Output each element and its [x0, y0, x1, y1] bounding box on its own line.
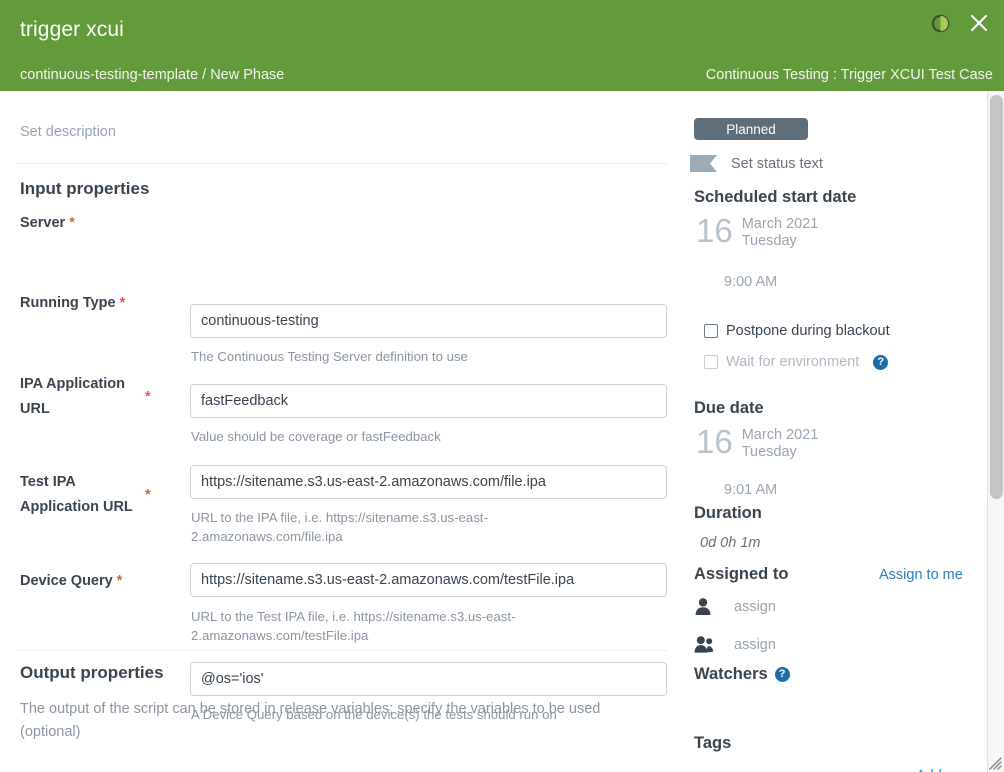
input-properties-heading: Input properties: [20, 179, 150, 198]
scheduled-start-month-weekday: March 2021 Tuesday: [742, 214, 819, 250]
assign-group-row[interactable]: assign: [694, 635, 776, 654]
due-date-heading: Due date: [694, 399, 764, 417]
output-properties-description: The output of the script can be stored i…: [20, 701, 601, 741]
help-icon[interactable]: ?: [873, 354, 889, 370]
field-label-test-ipa-application-url: Test IPA Application URL: [20, 474, 133, 515]
help-text-ipa-application-url: URL to the IPA file, i.e. https://sitena…: [191, 510, 488, 545]
task-sidebar-panel: Planned Set status text Scheduled start …: [686, 91, 988, 772]
postpone-during-blackout-checkbox[interactable]: [704, 324, 718, 338]
scheduled-start-month: March 2021: [741, 216, 819, 232]
duration-value[interactable]: 0d 0h 1m: [700, 535, 760, 551]
set-status-text-row[interactable]: Set status text: [690, 155, 823, 172]
tags-heading: Tags: [694, 734, 732, 752]
add-me-link[interactable]: Add me: [916, 768, 966, 772]
flag-icon: [690, 155, 717, 172]
field-label-device-query: Device Query *: [20, 573, 123, 589]
dialog-body: Set description Input properties Server …: [0, 91, 1004, 772]
required-asterisk: *: [116, 573, 123, 589]
scheduled-start-time[interactable]: 9:00 AM: [724, 274, 777, 290]
field-label-running-type: Running Type *: [20, 295, 126, 311]
scheduled-start-weekday: Tuesday: [741, 233, 797, 250]
circle-split-icon: [931, 14, 950, 33]
assign-user-label: assign: [734, 598, 776, 615]
postpone-during-blackout-label: Postpone during blackout: [726, 323, 890, 339]
help-icon[interactable]: ?: [774, 667, 790, 682]
due-date-month: March 2021: [741, 427, 819, 443]
required-asterisk: *: [119, 295, 126, 311]
help-text-server: The Continuous Testing Server definition…: [191, 349, 468, 364]
vertical-scrollbar[interactable]: [987, 91, 1004, 772]
server-input[interactable]: [190, 304, 667, 338]
header-icon-group: [931, 12, 990, 34]
close-icon[interactable]: [968, 12, 990, 34]
section-divider: [18, 163, 668, 164]
required-asterisk: *: [145, 487, 151, 503]
required-asterisk: *: [145, 389, 151, 405]
section-divider: [18, 650, 668, 651]
wait-for-environment-checkbox: [704, 355, 718, 369]
scheduled-start-day: 16: [696, 212, 733, 249]
output-properties-heading: Output properties: [20, 663, 164, 682]
breadcrumb[interactable]: continuous-testing-template / New Phase: [20, 67, 284, 83]
set-description-field[interactable]: Set description: [20, 124, 116, 140]
running-type-input[interactable]: [190, 384, 667, 418]
due-date-time[interactable]: 9:01 AM: [724, 482, 777, 498]
field-label-ipa-application-url: IPA Application URL: [20, 376, 125, 417]
task-type-label: Continuous Testing : Trigger XCUI Test C…: [705, 67, 993, 83]
dialog-header: trigger xcui continuous-testing-template…: [0, 0, 1004, 91]
ipa-application-url-input[interactable]: [190, 465, 667, 499]
trigger-xcui-dialog: trigger xcui continuous-testing-template…: [0, 0, 1004, 772]
resize-grip-icon[interactable]: [988, 756, 1002, 770]
due-date-month-weekday: March 2021 Tuesday: [742, 425, 819, 461]
people-group-icon: [694, 635, 716, 654]
duration-heading: Duration: [694, 504, 762, 522]
due-date-weekday: Tuesday: [741, 444, 797, 461]
task-properties-panel: Set description Input properties Server …: [0, 91, 686, 772]
assign-group-label: assign: [734, 636, 776, 653]
test-ipa-application-url-input[interactable]: [190, 563, 667, 597]
field-label-server: Server *: [20, 215, 75, 231]
wait-for-environment-label: Wait for environment: [726, 354, 860, 370]
help-text-running-type: Value should be coverage or fastFeedback: [191, 429, 441, 444]
assigned-to-heading: Assigned to: [694, 565, 789, 583]
scrollbar-thumb[interactable]: [990, 95, 1003, 499]
set-status-text-label: Set status text: [731, 155, 823, 172]
due-date-day: 16: [696, 423, 733, 460]
page-title: trigger xcui: [20, 18, 124, 41]
watchers-heading: Watchers: [694, 665, 768, 683]
due-date-value[interactable]: 16 March 2021 Tuesday: [696, 425, 818, 461]
help-text-test-ipa-application-url: URL to the Test IPA file, i.e. https://s…: [191, 609, 516, 644]
person-icon: [694, 597, 716, 616]
wait-for-environment-row: Wait for environment ?: [704, 354, 889, 370]
postpone-during-blackout-row[interactable]: Postpone during blackout: [704, 323, 890, 339]
scheduled-start-date-heading: Scheduled start date: [694, 188, 857, 206]
status-badge[interactable]: Planned: [694, 118, 808, 140]
assign-user-row[interactable]: assign: [694, 597, 776, 616]
watchers-heading-row: Watchers ?: [694, 665, 790, 684]
required-asterisk: *: [69, 215, 75, 231]
assign-to-me-link[interactable]: Assign to me: [879, 567, 963, 583]
scheduled-start-date-value[interactable]: 16 March 2021 Tuesday: [696, 214, 818, 250]
device-query-input[interactable]: [190, 662, 667, 696]
